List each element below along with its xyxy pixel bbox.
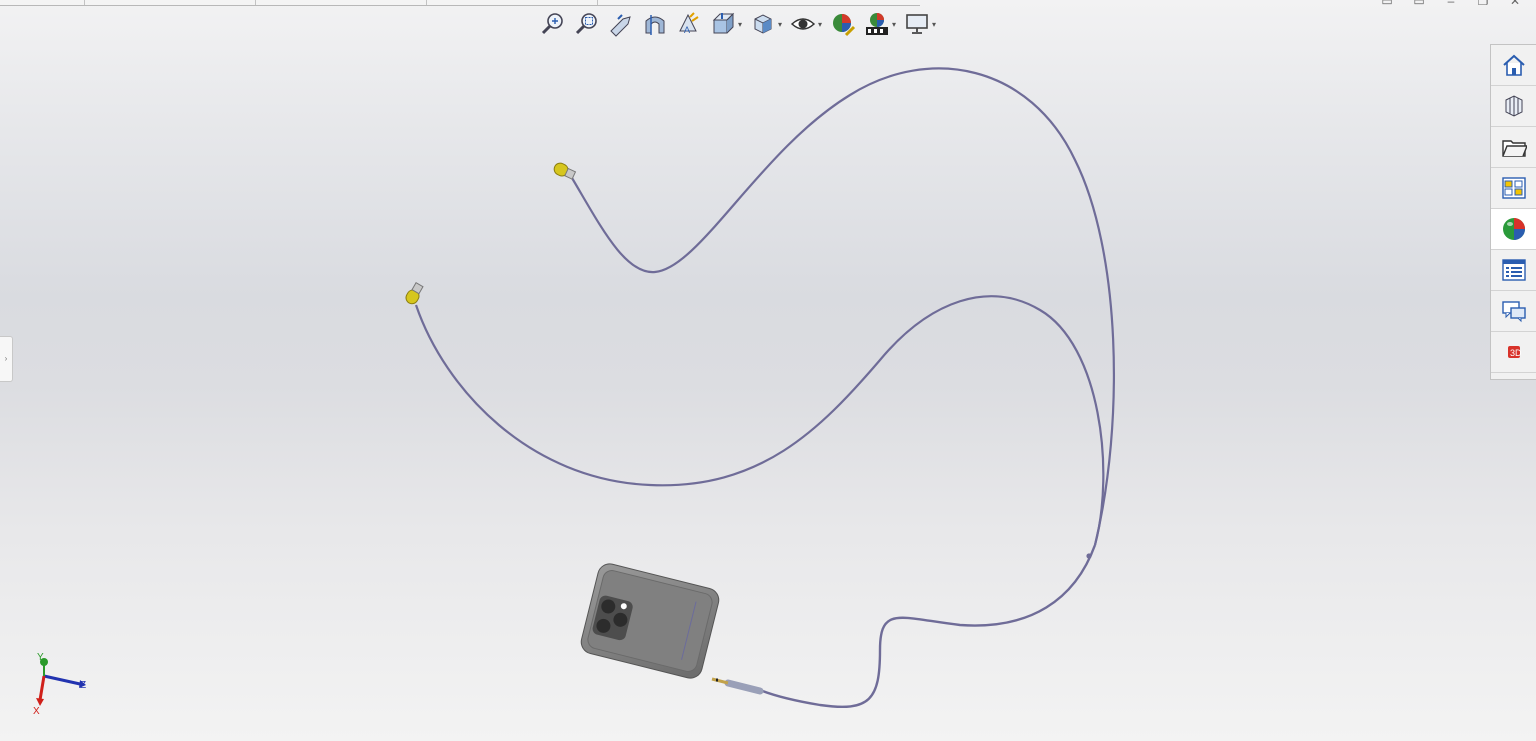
custom-properties-icon[interactable] [1491,250,1536,291]
design-library-icon[interactable] [1491,127,1536,168]
triad-x-label: X [33,706,40,717]
appearances-scenes-icon[interactable] [1491,209,1536,250]
main-cable[interactable] [759,544,1097,709]
forum-icon[interactable] [1491,291,1536,332]
y-splitter[interactable] [1086,553,1092,559]
svg-text:3D: 3D [1510,348,1522,358]
graphics-area[interactable]: ▭ ▭ – ❐ ✕ › A ▾ ▾ ▾ ▾ ▾ 3D Y Z X [0,0,1536,741]
model-scene [404,67,1115,709]
triad-y-label: Y [37,652,44,663]
audio-jack-plug[interactable] [711,677,764,695]
solidworks-resources-icon[interactable]: 3D [1491,332,1536,373]
3d-content-central-icon[interactable] [1491,86,1536,127]
reference-triad: Y Z X [33,652,86,717]
triad-z-label: Z [80,680,86,691]
earbud-left[interactable] [404,282,425,306]
phone-model[interactable] [579,561,722,680]
home-icon[interactable] [1491,45,1536,86]
file-explorer-icon[interactable] [1491,168,1536,209]
task-pane: 3D [1490,44,1536,380]
earbud-right[interactable] [552,161,577,181]
earbud-cable-lower[interactable] [414,295,1105,546]
